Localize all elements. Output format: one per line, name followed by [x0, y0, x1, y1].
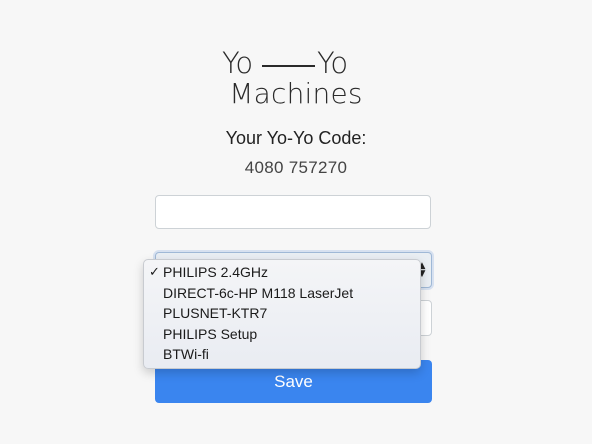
dropdown-option[interactable]: DIRECT-6c-HP M118 LaserJet — [144, 283, 420, 304]
logo-wordmark-top: Yo Yo — [222, 46, 372, 80]
checkmark-icon: ✓ — [149, 264, 160, 279]
dropdown-option[interactable]: PHILIPS Setup — [144, 324, 420, 345]
dropdown-option-label: BTWi-fi — [163, 346, 209, 362]
dropdown-option-label: PLUSNET-KTR7 — [163, 305, 268, 321]
code-label: Your Yo-Yo Code: — [225, 128, 367, 148]
name-input[interactable] — [155, 195, 431, 229]
dropdown-option[interactable]: BTWi-fi — [144, 344, 420, 365]
dropdown-option[interactable]: PLUSNET-KTR7 — [144, 303, 420, 324]
logo-company-name: Machines — [229, 77, 363, 110]
code-value: 4080 757270 — [244, 158, 348, 177]
logo-yo-right: Yo — [317, 46, 348, 80]
wifi-network-dropdown[interactable]: ✓ PHILIPS 2.4GHz DIRECT-6c-HP M118 Laser… — [143, 259, 421, 369]
dropdown-option-label: PHILIPS 2.4GHz — [163, 264, 269, 280]
dropdown-option-label: DIRECT-6c-HP M118 LaserJet — [163, 284, 354, 301]
logo-yo-left: Yo — [222, 46, 253, 80]
logo-dash — [262, 65, 315, 67]
dropdown-option-label: PHILIPS Setup — [163, 325, 258, 342]
dropdown-option[interactable]: ✓ PHILIPS 2.4GHz — [144, 262, 420, 283]
